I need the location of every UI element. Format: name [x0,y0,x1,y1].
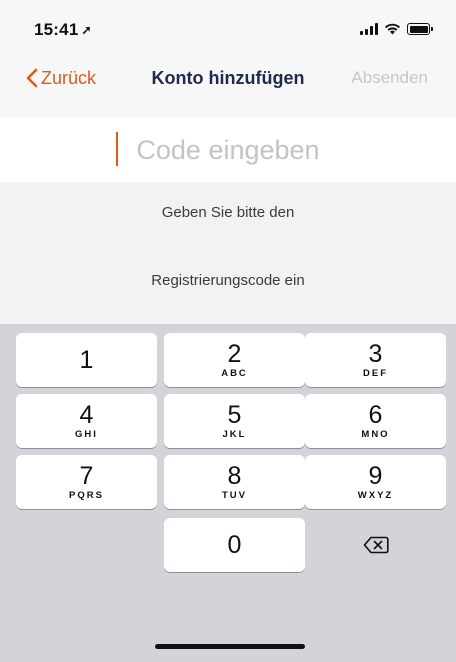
key-7[interactable]: 7 PQRS [16,455,157,509]
key-digit: 5 [227,401,242,429]
status-time: 15:41 ➚ [34,20,92,40]
key-letters: GHI [75,429,98,440]
home-indicator[interactable] [155,644,305,649]
key-digit: 8 [227,462,242,490]
info-section: Geben Sie bitte den Registrierungscode e… [0,182,456,324]
delete-key[interactable] [305,518,446,572]
info-text-line-1: Geben Sie bitte den [161,204,295,221]
key-3[interactable]: 3 DEF [305,333,446,387]
key-digit: 1 [79,346,94,374]
key-digit: 0 [227,531,242,559]
key-letters: DEF [363,368,388,379]
backspace-icon [363,536,389,554]
code-input[interactable] [0,128,456,172]
wifi-icon [385,23,400,35]
key-letters: JKL [222,429,247,440]
key-5[interactable]: 5 JKL [164,394,305,448]
key-letters: MNO [361,429,390,440]
phone-screen: 15:41➚ Zurück Konto hinzufügen Absenden [0,0,456,662]
key-4[interactable]: 4 GHI [16,394,157,448]
key-2[interactable]: 2 ABC [164,333,305,387]
key-9[interactable]: 9 WXYZ [305,455,446,509]
code-input-row [0,118,456,182]
key-0[interactable]: 0 [164,518,305,572]
battery-icon [407,23,433,35]
navigation-bar: Zurück Konto hinzufügen Absenden [0,56,456,118]
key-digit: 3 [368,340,383,368]
key-digit: 4 [79,401,94,429]
signal-icon [360,23,378,35]
key-8[interactable]: 8 TUV [164,455,305,509]
status-icons [360,22,433,36]
key-letters: WXYZ [357,490,394,501]
key-digit: 9 [368,462,383,490]
text-cursor [116,132,118,166]
key-letters: ABC [221,368,248,379]
key-digit: 2 [227,340,242,368]
numeric-keypad: 1 2 ABC 3 DEF 4 GHI 5 JKL 6 MNO 7 PQRS 8… [0,324,456,662]
key-letters: TUV [222,490,247,501]
key-letters: PQRS [69,490,104,501]
info-text-line-2: Registrierungscode ein [151,272,305,289]
key-6[interactable]: 6 MNO [305,394,446,448]
status-bar: 15:41 ➚ [0,0,456,56]
status-time-text: 15:41 [34,20,79,39]
submit-button[interactable]: Absenden [351,68,428,88]
location-arrow-icon: ➚ [81,23,92,37]
key-1[interactable]: 1 [16,333,157,387]
key-digit: 7 [79,462,94,490]
key-digit: 6 [368,401,383,429]
